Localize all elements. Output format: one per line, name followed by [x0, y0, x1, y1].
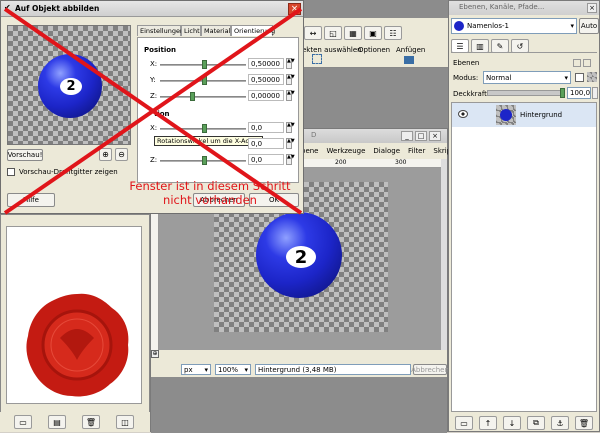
status-text: Hintergrund (3,48 MB)	[258, 365, 337, 374]
zoom-value: 100%	[218, 365, 239, 374]
layer-buttons: ▭ ↑ ↓ ⧉ ⚓ 🗑	[451, 415, 597, 431]
wax-seal	[22, 290, 132, 400]
dock-close-icon[interactable]: ×	[587, 3, 597, 13]
layers-dock: Ebenen, Kanäle, Pfade... × Namenlos-1 ▾ A…	[448, 0, 600, 432]
layer-name: Hintergrund	[520, 111, 563, 119]
pattern-buttons: ▭ ▤ 🗑 ◫	[0, 412, 150, 432]
channels-tab-icon[interactable]: ▥	[471, 39, 489, 53]
chevron-down-icon: ▾	[204, 365, 208, 374]
eye-icon[interactable]	[458, 110, 468, 118]
opacity-value: 100,0	[570, 89, 591, 97]
ruler-mark-200: 200	[335, 159, 347, 166]
chevron-down-icon: ▾	[570, 22, 574, 30]
lower-layer-button[interactable]: ↓	[503, 416, 521, 430]
opacity-field[interactable]: 100,0	[567, 87, 591, 99]
layers-titlebar: Ebenen, Kanäle, Pfade... ×	[449, 1, 599, 15]
tool-icon-1[interactable]: ↔	[304, 26, 322, 40]
layer-thumb-ball	[500, 109, 512, 121]
close-icon[interactable]: ×	[429, 131, 441, 141]
zoom-select[interactable]: 100% ▾	[215, 364, 251, 375]
opacity-spin-icon[interactable]	[592, 87, 598, 99]
image-window-title: D	[311, 131, 317, 139]
menu-icon[interactable]	[583, 59, 591, 67]
section-icons	[573, 59, 597, 69]
statusbar: px ▾ 100% ▾ Hintergrund (3,48 MB) Abbreche…	[151, 361, 449, 377]
layer-thumbnail	[496, 105, 516, 125]
billiard-ball-image: 2	[256, 212, 342, 298]
keep-transparency-checkbox[interactable]	[575, 73, 584, 82]
cancel-status-button[interactable]: Abbrechen	[411, 364, 449, 375]
raise-layer-button[interactable]: ↑	[479, 416, 497, 430]
image-select[interactable]: Namenlos-1 ▾	[451, 18, 577, 34]
opacity-label: Deckkraft:	[453, 90, 490, 98]
image-thumb-icon	[454, 21, 464, 31]
toolbar-label-select: ekten auswählen	[302, 46, 362, 54]
anchor-layer-button[interactable]: ⚓	[551, 416, 569, 430]
scrollbar-right[interactable]	[441, 159, 447, 350]
layers-section-label: Ebenen	[453, 59, 480, 67]
edit-pattern-button[interactable]: ▭	[14, 415, 32, 429]
auto-button[interactable]: Auto	[579, 18, 599, 34]
image-window-bottom	[151, 377, 447, 433]
chevron-down-icon: ▾	[564, 73, 568, 82]
mode-value: Normal	[486, 73, 512, 82]
mode-select[interactable]: Normal ▾	[483, 71, 571, 84]
tool-icon-4[interactable]: ▣	[364, 26, 382, 40]
pin-icon[interactable]	[573, 59, 581, 67]
tool-icon-5[interactable]: ☷	[384, 26, 402, 40]
dock-title: Ebenen, Kanäle, Pfade...	[459, 3, 545, 11]
opacity-slider[interactable]	[487, 88, 565, 98]
gimp-toolbar: ↔ ◱ ▦ ▣ ☷ ekten auswählen Optionen Anfüg…	[300, 18, 448, 68]
duplicate-layer-button[interactable]: ⧉	[527, 416, 545, 430]
menu-dialogs[interactable]: Dialoge	[373, 147, 400, 155]
append-icon[interactable]	[404, 56, 414, 64]
dock-tabs: ☰ ▥ ✎ ↺	[451, 39, 597, 53]
paths-tab-icon[interactable]: ✎	[491, 39, 509, 53]
refresh-pattern-button[interactable]: ◫	[116, 415, 134, 429]
layer-row[interactable]: Hintergrund	[452, 103, 596, 127]
ruler-mark-300: 300	[395, 159, 407, 166]
chevron-down-icon: ▾	[244, 365, 248, 374]
maximize-icon[interactable]: □	[415, 131, 427, 141]
transparency-icon	[587, 72, 597, 82]
menu-filters[interactable]: Filter	[408, 147, 425, 155]
layers-tab-icon[interactable]: ☰	[451, 39, 469, 53]
delete-pattern-button[interactable]: 🗑	[82, 415, 100, 429]
new-pattern-button[interactable]: ▤	[48, 415, 66, 429]
navigate-icon[interactable]: ⊕	[151, 350, 159, 358]
tool-icon-3[interactable]: ▦	[344, 26, 362, 40]
image-select-value: Namenlos-1	[467, 22, 509, 30]
map-object-dialog: ✔ Auf Objekt abbilden × 2 Vorschau! ⊕ ⊖ …	[0, 0, 304, 215]
menu-tools[interactable]: Werkzeuge	[327, 147, 366, 155]
undo-tab-icon[interactable]: ↺	[511, 39, 529, 53]
layer-list: Hintergrund	[451, 102, 597, 412]
new-layer-button[interactable]: ▭	[455, 416, 473, 430]
tool-icon-2[interactable]: ◱	[324, 26, 342, 40]
toolbar-label-options: Optionen	[358, 46, 391, 54]
overlay-note: Fenster ist in diesem Schritt nicht vorh…	[129, 179, 291, 207]
image-menubar: beneWerkzeugeDialogeFilterSkript-Fu	[301, 147, 465, 157]
mode-label: Modus:	[453, 74, 479, 82]
toolbar-label-append: Anfügen	[396, 46, 426, 54]
unit-select[interactable]: px ▾	[181, 364, 211, 375]
delete-layer-button[interactable]: 🗑	[575, 416, 593, 430]
ball-number-disc: 2	[286, 246, 316, 268]
status-field: Hintergrund (3,48 MB)	[255, 364, 411, 375]
select-icon[interactable]	[312, 54, 322, 64]
opacity-slider-knob[interactable]	[560, 88, 565, 98]
unit-value: px	[184, 365, 193, 374]
minimize-icon[interactable]: _	[401, 131, 413, 141]
